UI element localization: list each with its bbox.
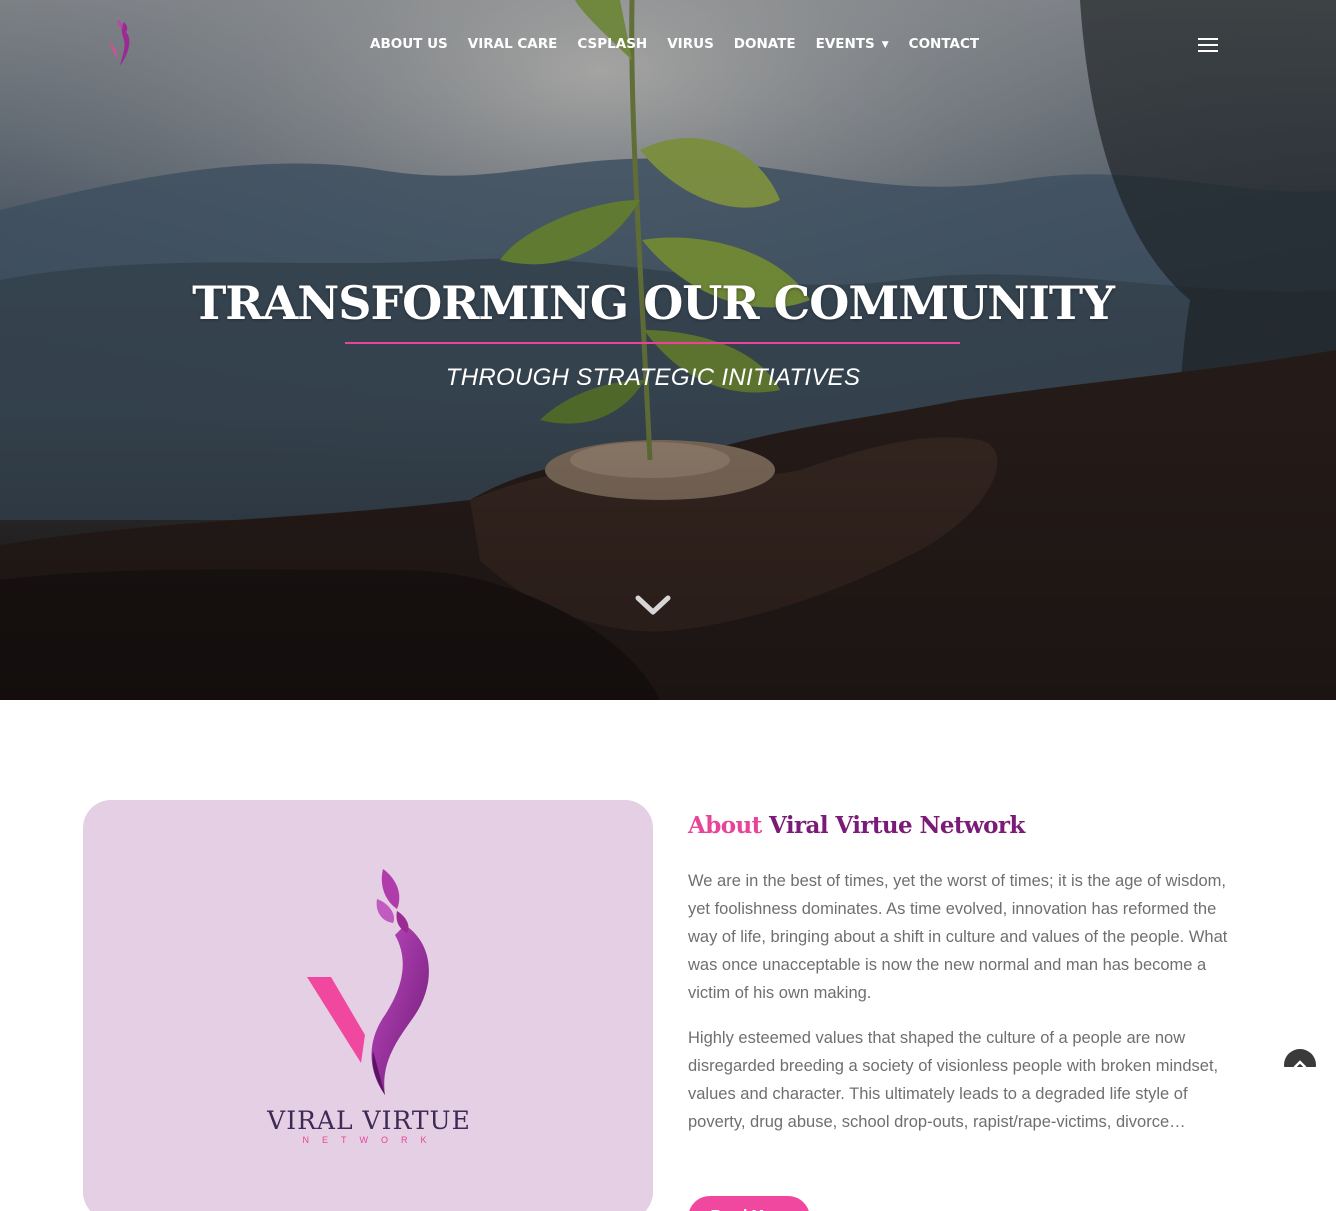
viral-virtue-logo xyxy=(307,869,429,1095)
nav-events-label: EVENTS xyxy=(815,36,875,52)
about-heading-main: Viral Virtue Network xyxy=(769,812,1025,839)
nav-donate[interactable]: DONATE xyxy=(724,35,806,54)
nav-contact[interactable]: CONTACT xyxy=(899,35,989,54)
about-paragraph-1: We are in the best of times, yet the wor… xyxy=(688,872,1228,1002)
nav-events[interactable]: EVENTS ▼ xyxy=(806,35,899,54)
about-heading-accent: About xyxy=(688,812,762,839)
about-heading: About Viral Virtue Network xyxy=(688,812,1025,839)
nav-csplash[interactable]: CSPLASH xyxy=(567,35,657,54)
chevron-down-icon: ▼ xyxy=(881,40,889,50)
hero-subtitle: THROUGH STRATEGIC INITIATIVES xyxy=(445,364,861,391)
site-logo[interactable] xyxy=(104,18,138,70)
hamburger-menu-icon[interactable] xyxy=(1198,38,1218,52)
chevron-down-icon[interactable] xyxy=(635,592,671,618)
brand-name: VIRAL VIRTUE xyxy=(267,1106,471,1135)
nav-virus[interactable]: VIRUS xyxy=(657,35,724,54)
hero-title: TRANSFORMING OUR COMMUNITY xyxy=(192,276,1115,330)
back-to-top-mask xyxy=(1280,1067,1320,1087)
hero-divider xyxy=(345,342,960,344)
nav-viral-care[interactable]: VIRAL CARE xyxy=(458,35,568,54)
nav-about-us[interactable]: ABOUT US xyxy=(360,35,458,54)
brand-subtitle: NETWORK xyxy=(302,1135,440,1145)
read-more-button[interactable]: Read More xyxy=(688,1196,810,1211)
main-navigation: ABOUT US VIRAL CARE CSPLASH VIRUS DONATE… xyxy=(360,35,989,54)
hero-section: ABOUT US VIRAL CARE CSPLASH VIRUS DONATE… xyxy=(0,0,1336,700)
about-paragraph-2: Highly esteemed values that shaped the c… xyxy=(688,1029,1219,1131)
